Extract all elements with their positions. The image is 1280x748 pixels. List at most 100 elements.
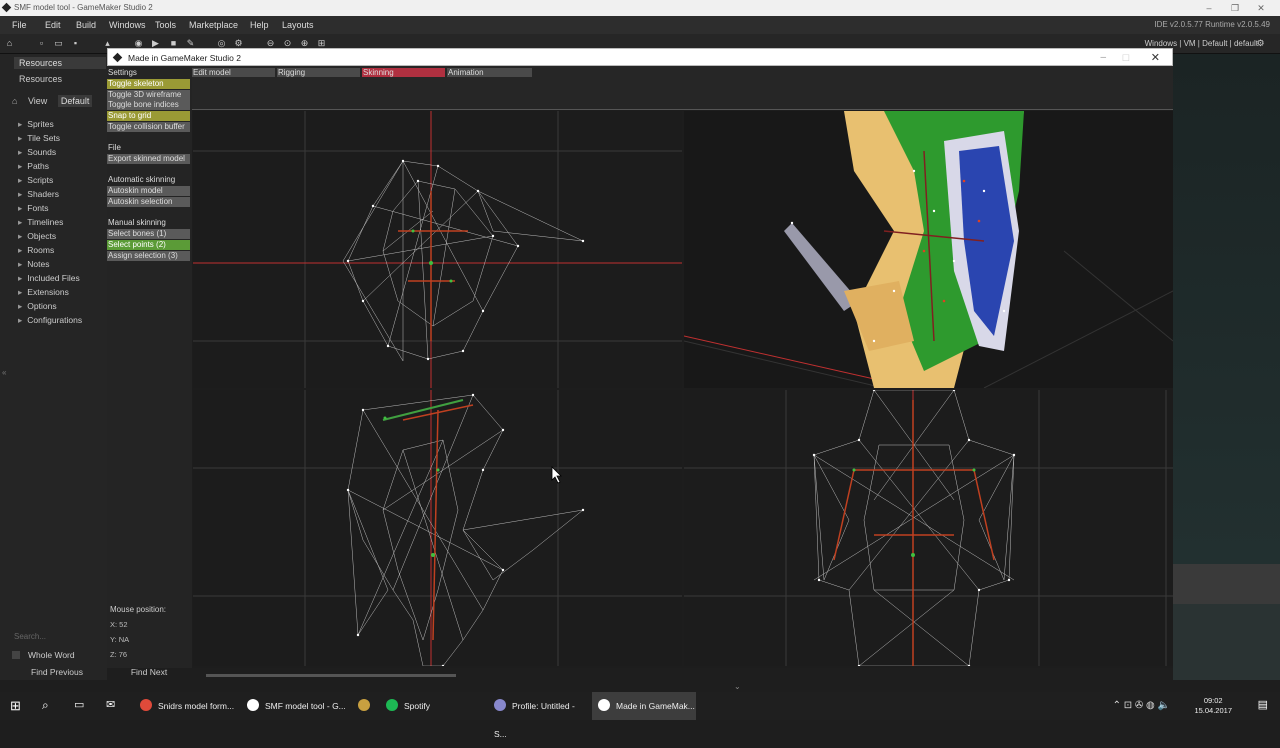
taskbar-app-1[interactable]: SMF model tool - G... (241, 692, 347, 720)
res-fonts[interactable]: Fonts (18, 203, 48, 214)
right-panel-strip (1173, 564, 1280, 604)
sidebar-autoskin-selection[interactable]: Autoskin selection (107, 197, 190, 207)
front-wireframe (193, 111, 682, 388)
task-view-icon[interactable]: ▭ (74, 698, 84, 711)
tab-skinning[interactable]: Skinning (362, 68, 445, 77)
menu-edit[interactable]: Edit (45, 16, 61, 34)
notifications-icon[interactable]: ▤ (1258, 698, 1268, 711)
res-paths[interactable]: Paths (18, 161, 49, 172)
menu-file[interactable]: File (12, 16, 27, 34)
chevron-down-icon[interactable]: ⌄ (734, 682, 741, 691)
viewport-front[interactable] (193, 111, 682, 388)
open-project-icon[interactable]: ▭ (53, 38, 64, 49)
taskbar-app-5[interactable]: Made in GameMak... (592, 692, 696, 720)
home-icon[interactable]: ⌂ (12, 96, 17, 106)
right-panel-backdrop (1173, 54, 1280, 564)
sidebar-snap-to-grid[interactable]: Snap to grid (107, 111, 190, 122)
menu-tools[interactable]: Tools (155, 16, 176, 34)
collapse-panel-icon[interactable]: « (2, 368, 6, 377)
sidebar-toggle-3d-wireframe[interactable]: Toggle 3D wireframe (107, 89, 190, 100)
res-notes[interactable]: Notes (18, 259, 49, 270)
scrollbar-thumb[interactable] (206, 674, 456, 677)
sidebar-select-points-2[interactable]: Select points (2) (107, 239, 190, 250)
res-timelines[interactable]: Timelines (18, 217, 63, 228)
ide-title-bar: SMF model tool - GameMaker Studio 2 (0, 0, 1280, 16)
tab-animation[interactable]: Animation (447, 68, 532, 77)
menu-bar: File Edit Build Windows Tools Marketplac… (0, 16, 1280, 34)
res-options[interactable]: Options (18, 301, 56, 312)
resources-tab[interactable]: Resources (14, 57, 106, 69)
viewport-perspective[interactable] (684, 111, 1173, 388)
restore-icon[interactable]: ❐ (1222, 0, 1248, 16)
res-included-files[interactable]: Included Files (18, 273, 79, 284)
res-extensions[interactable]: Extensions (18, 287, 69, 298)
gear-icon[interactable]: ⚙ (1255, 38, 1266, 49)
res-tile-sets[interactable]: Tile Sets (18, 133, 60, 144)
minimize-icon[interactable]: – (1196, 0, 1222, 16)
menu-layouts[interactable]: Layouts (282, 16, 314, 34)
close-icon[interactable]: ✕ (1248, 0, 1274, 16)
sidebar-toggle-skeleton[interactable]: Toggle skeleton (107, 78, 190, 89)
sidebar-autoskin-model[interactable]: Autoskin model (107, 186, 190, 197)
taskbar-app-3[interactable]: Spotify (380, 692, 480, 720)
taskbar-app-0[interactable]: Snidrs model form... (134, 692, 236, 720)
gamemaker-icon (1, 2, 12, 13)
whole-word-checkbox[interactable]: Whole Word (12, 650, 75, 660)
viewport-side[interactable] (193, 390, 682, 666)
tab-rigging[interactable]: Rigging (277, 68, 360, 77)
resources-header: Resources (19, 74, 63, 84)
res-objects[interactable]: Objects (18, 231, 56, 242)
find-previous-button[interactable]: Find Previous (12, 666, 102, 678)
app-icon (247, 699, 259, 711)
res-sprites[interactable]: Sprites (18, 119, 53, 130)
res-shaders[interactable]: Shaders (18, 189, 59, 200)
res-scripts[interactable]: Scripts (18, 175, 53, 186)
search-input[interactable]: Search... (14, 632, 46, 641)
coord-y: Y: NA (110, 635, 130, 644)
back-wireframe (684, 390, 1173, 666)
windows-start-icon[interactable]: ⊞ (10, 698, 21, 714)
sidebar-file: File (108, 143, 121, 153)
search-icon[interactable]: ⌕ (42, 698, 49, 713)
perspective-render (684, 111, 1173, 388)
close-icon[interactable]: ✕ (1151, 49, 1160, 67)
tab-edit-model[interactable]: Edit model (192, 68, 275, 77)
minimize-icon[interactable]: – (1100, 49, 1106, 67)
res-rooms[interactable]: Rooms (18, 245, 54, 256)
ide-title: SMF model tool - GameMaker Studio 2 (14, 3, 153, 12)
system-tray[interactable]: ⌃ ⊡ ✇ ◍ 🔈 (1113, 692, 1170, 720)
sidebar-toggle-collision-buffer[interactable]: Toggle collision buffer (107, 122, 190, 132)
sidebar-assign-selection-3[interactable]: Assign selection (3) (107, 250, 190, 261)
taskbar-app-2[interactable] (352, 692, 372, 720)
menu-marketplace[interactable]: Marketplace (189, 16, 238, 34)
menu-build[interactable]: Build (76, 16, 96, 34)
clock[interactable]: 09:02 15.04.2017 (1194, 696, 1232, 716)
sidebar-export-skinned-model[interactable]: Export skinned model (107, 154, 190, 165)
maximize-icon[interactable]: ☐ (1122, 49, 1130, 67)
sidebar-toggle-bone-indices[interactable]: Toggle bone indices (107, 100, 190, 111)
clock-time: 09:02 (1203, 696, 1223, 705)
taskbar-app-label: Profile: Untitled - S... (494, 701, 575, 739)
mail-icon[interactable]: ✉ (106, 698, 115, 711)
sidebar-settings: Settings (108, 68, 137, 77)
sidebar-select-bones-1[interactable]: Select bones (1) (107, 229, 190, 240)
horizontal-scrollbar[interactable] (192, 672, 1173, 678)
save-project-icon[interactable]: ▪ (70, 38, 81, 49)
viewport-back[interactable] (684, 390, 1173, 666)
ide-window-buttons: – ❐ ✕ (1196, 0, 1274, 16)
taskbar-app-4[interactable]: Profile: Untitled - S... (488, 692, 588, 739)
menu-windows[interactable]: Windows (109, 16, 146, 34)
home-icon[interactable]: ⌂ (4, 38, 15, 49)
side-wireframe (193, 390, 682, 666)
app-icon (140, 699, 152, 711)
app-icon (598, 699, 610, 711)
taskbar-app-label: Snidrs model form... (158, 701, 235, 711)
gamemaker-icon (112, 52, 123, 63)
res-configurations[interactable]: Configurations (18, 315, 82, 326)
checkbox-icon[interactable] (12, 651, 20, 659)
new-project-icon[interactable]: ▫ (36, 38, 47, 49)
res-sounds[interactable]: Sounds (18, 147, 56, 158)
menu-help[interactable]: Help (250, 16, 269, 34)
view-select[interactable]: Default (57, 95, 93, 107)
taskbar-app-label: Spotify (404, 701, 430, 711)
